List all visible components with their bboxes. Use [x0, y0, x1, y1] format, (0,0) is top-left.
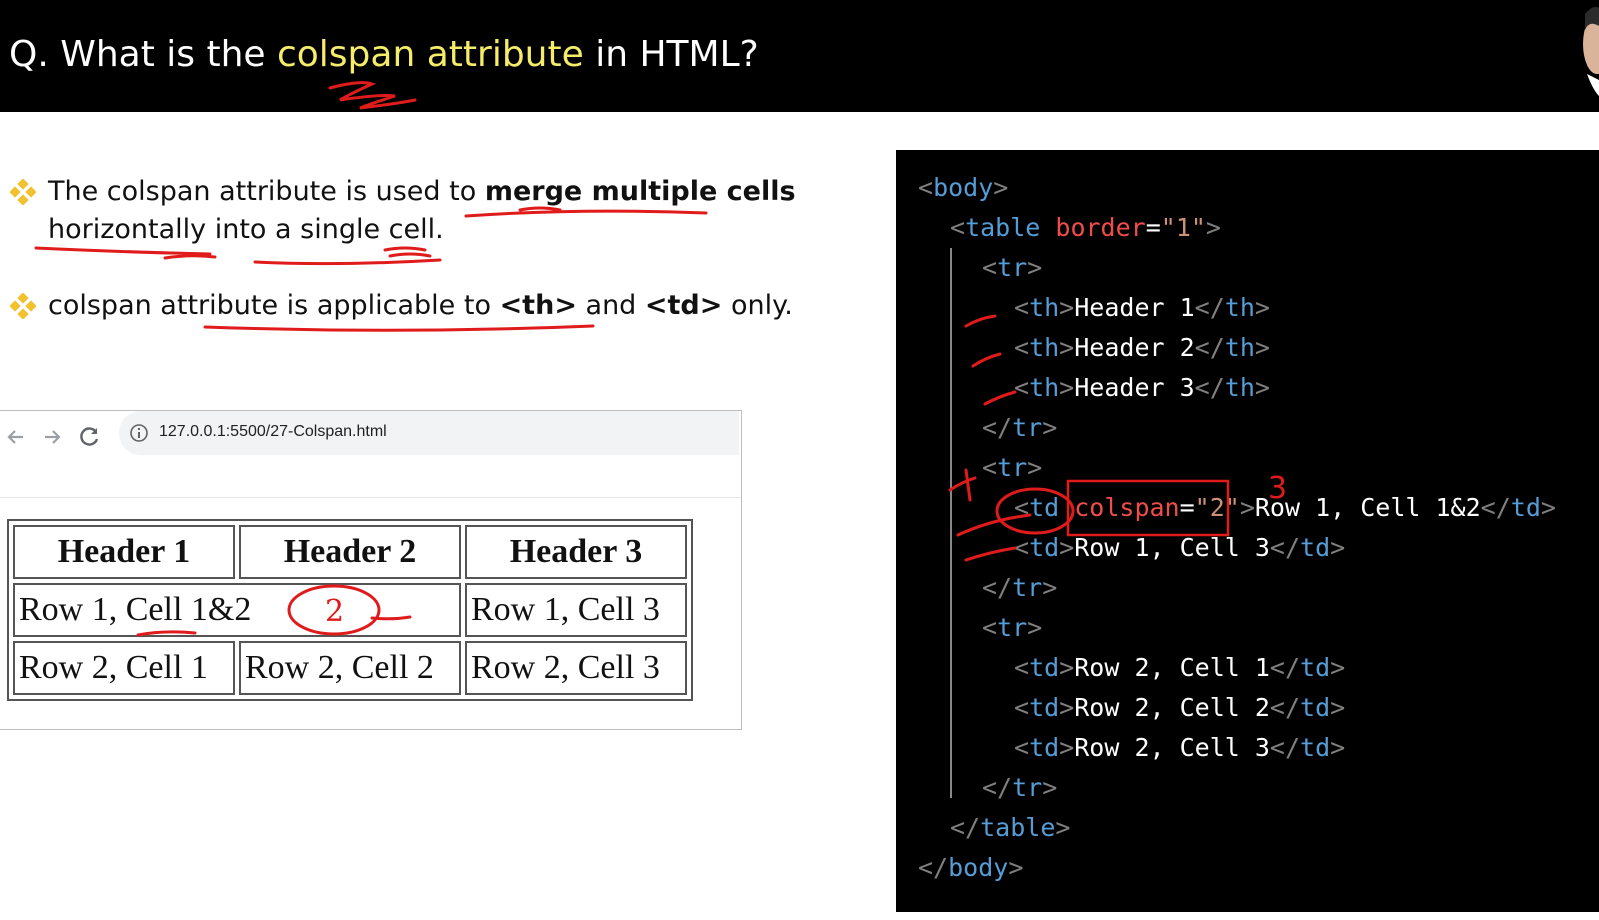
rendered-table: Header 1 Header 2 Header 3 Row 1, Cell 1… — [7, 519, 693, 701]
table-cell: Row 2, Cell 1 — [13, 641, 235, 695]
diamond-bullet-icon — [10, 179, 36, 205]
bullet-1-part-a: The colspan attribute is used to — [48, 176, 485, 207]
info-icon[interactable] — [129, 423, 149, 443]
table-cell: Row 1, Cell 3 — [465, 583, 687, 637]
table-header-3: Header 3 — [465, 525, 687, 579]
bullet-2-only: only. — [722, 290, 793, 321]
table-cell-merged: Row 1, Cell 1&2 — [13, 583, 461, 637]
table-header-row: Header 1 Header 2 Header 3 — [13, 525, 687, 579]
diamond-bullet-icon — [10, 293, 36, 319]
slide-title: Q. What is the colspan attribute in HTML… — [9, 34, 759, 75]
table-row: Row 1, Cell 1&2 Row 1, Cell 3 — [13, 583, 687, 637]
code-line-th-1: <th>Header 1</th> — [1014, 293, 1270, 322]
bullet-2-part-a: colspan attribute is applicable to — [48, 290, 500, 321]
code-panel: <body> <table border="1"> <tr> <th>Heade… — [896, 150, 1599, 912]
table-cell: Row 2, Cell 3 — [465, 641, 687, 695]
bullet-2-and: and — [576, 290, 645, 321]
code-line-body-open: <body> — [918, 173, 1009, 202]
code-line-tr-close: </tr> — [982, 413, 1058, 442]
title-bar: Q. What is the colspan attribute in HTML… — [0, 0, 1599, 112]
code-line-th-2: <th>Header 2</th> — [1014, 333, 1270, 362]
bullet-2-text: colspan attribute is applicable to <th> … — [48, 287, 793, 325]
title-prefix: Q. What is the — [9, 34, 277, 75]
title-highlight: colspan attribute — [276, 34, 584, 75]
reload-icon[interactable] — [77, 424, 103, 450]
table-cell: Row 2, Cell 2 — [239, 641, 461, 695]
bullet-2-th: <th> — [499, 290, 577, 321]
code-line-tr-close: </tr> — [982, 773, 1058, 802]
browser-toolbar: 127.0.0.1:5500/27-Colspan.html — [0, 411, 741, 498]
indent-guide — [950, 248, 952, 798]
table-header-2: Header 2 — [239, 525, 461, 579]
code-line-td: <td>Row 1, Cell 3</td> — [1014, 533, 1346, 562]
title-suffix: in HTML? — [583, 34, 759, 75]
bullet-1-text: The colspan attribute is used to merge m… — [48, 173, 796, 249]
forward-arrow-icon[interactable] — [39, 424, 65, 450]
code-line-tr-close: </tr> — [982, 573, 1058, 602]
code-line-table-close: </table> — [950, 813, 1071, 842]
code-line-th-3: <th>Header 3</th> — [1014, 373, 1270, 402]
bullet-1-line-2: horizontally into a single cell. — [48, 214, 444, 245]
bullet-1-bold: merge multiple cells — [484, 176, 796, 207]
bullet-colspan-applicability: colspan attribute is applicable to <th> … — [10, 287, 793, 327]
bullet-colspan-definition: The colspan attribute is used to merge m… — [10, 173, 796, 253]
address-url[interactable]: 127.0.0.1:5500/27-Colspan.html — [159, 423, 387, 441]
code-line-td: <td>Row 2, Cell 2</td> — [1014, 693, 1346, 722]
bullet-2-td: <td> — [644, 290, 723, 321]
code-line-td: <td>Row 2, Cell 3</td> — [1014, 733, 1346, 762]
code-line-td: <td>Row 2, Cell 1</td> — [1014, 653, 1346, 682]
code-line-body-close: </body> — [918, 853, 1024, 882]
table-header-1: Header 1 — [13, 525, 235, 579]
code-line-tr-open: <tr> — [982, 453, 1043, 482]
code-line-table-open: <table border="1"> — [950, 213, 1221, 242]
code-line-tr-open: <tr> — [982, 253, 1043, 282]
address-bar[interactable]: 127.0.0.1:5500/27-Colspan.html — [119, 411, 739, 455]
browser-window: 127.0.0.1:5500/27-Colspan.html Header 1 … — [0, 410, 742, 730]
presenter-avatar — [1567, 0, 1599, 96]
code-line-td-colspan: <td colspan="2">Row 1, Cell 1&2</td> — [1014, 493, 1556, 522]
back-arrow-icon[interactable] — [3, 424, 29, 450]
table-row: Row 2, Cell 1 Row 2, Cell 2 Row 2, Cell … — [13, 641, 687, 695]
underline-single-cell — [253, 258, 442, 266]
code-line-tr-open: <tr> — [982, 613, 1043, 642]
